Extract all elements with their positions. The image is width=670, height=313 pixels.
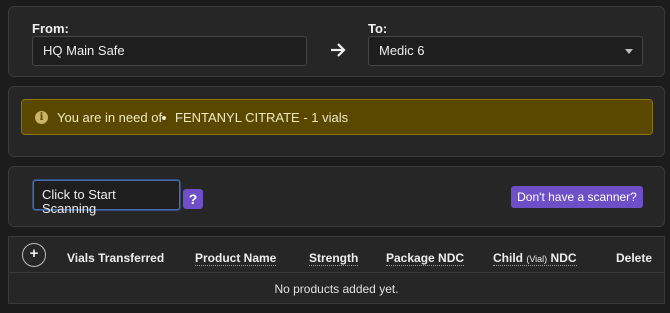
vial-label: (Vial) (526, 254, 548, 264)
add-product-button[interactable]: + (22, 243, 46, 267)
scanner-panel: Click to Start Scanning ? Don't have a s… (8, 166, 665, 227)
column-delete: Delete (616, 251, 653, 265)
help-button[interactable]: ? (183, 189, 203, 209)
column-package-ndc[interactable]: Package NDC (386, 251, 465, 266)
column-vials-transferred: Vials Transferred (67, 251, 165, 265)
needed-item: FENTANYL CITRATE - 1 vials (175, 110, 349, 125)
from-field[interactable]: HQ Main Safe (32, 36, 307, 66)
table-header: + Vials Transferred Product Name Strengt… (9, 237, 664, 273)
chevron-down-icon (625, 49, 633, 54)
column-child-ndc[interactable]: Child (Vial) NDC (493, 251, 577, 266)
to-label: To: (368, 21, 388, 36)
no-scanner-button[interactable]: Don't have a scanner? (511, 186, 643, 208)
to-selected-value: Medic 6 (379, 43, 425, 58)
need-alert: i You are in need of FENTANYL CITRATE - … (21, 99, 653, 135)
ndc-label: NDC (550, 251, 577, 265)
info-circle-icon: i (35, 111, 48, 124)
to-select[interactable]: Medic 6 (368, 36, 643, 66)
from-label: From: (32, 21, 69, 36)
scan-input[interactable]: Click to Start Scanning (33, 180, 180, 216)
transfer-page: From: HQ Main Safe To: Medic 6 i You are… (0, 0, 670, 313)
alert-panel: i You are in need of FENTANYL CITRATE - … (8, 86, 665, 157)
empty-table-message: No products added yet. (274, 282, 399, 296)
column-strength[interactable]: Strength (309, 251, 359, 266)
alert-message: You are in need of (57, 110, 163, 125)
products-table: + Vials Transferred Product Name Strengt… (8, 236, 665, 304)
route-panel: From: HQ Main Safe To: Medic 6 (8, 6, 665, 77)
column-product-name[interactable]: Product Name (195, 251, 277, 266)
child-label: Child (493, 251, 523, 265)
bullet-icon (162, 116, 166, 120)
arrow-right-icon (331, 43, 346, 57)
